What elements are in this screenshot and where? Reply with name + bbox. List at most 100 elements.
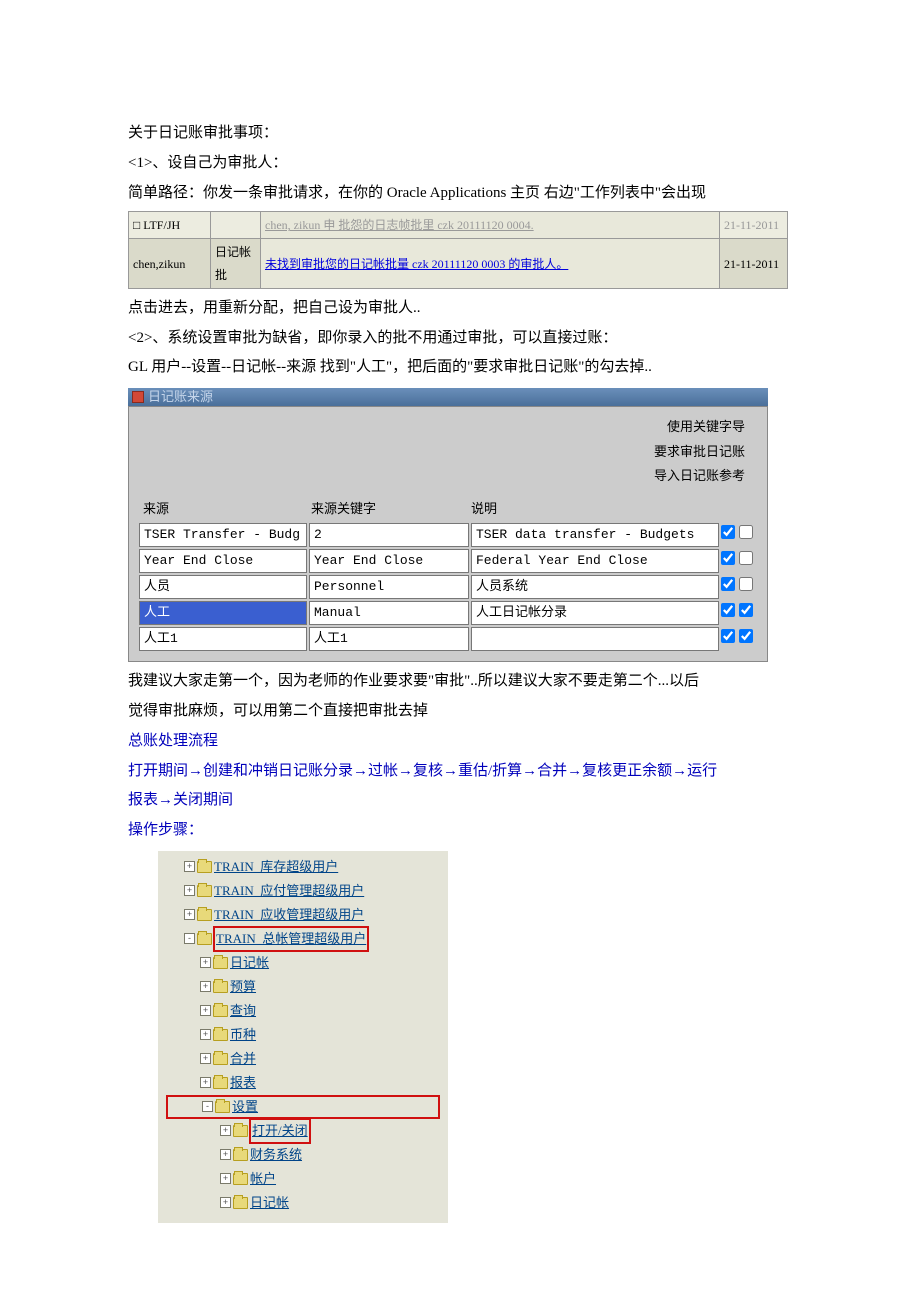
tree-label[interactable]: 查询 [230, 999, 256, 1023]
expand-icon[interactable]: + [220, 1149, 231, 1160]
expand-icon[interactable]: + [184, 861, 195, 872]
folder-icon [213, 1053, 228, 1065]
section-flow-title: 总账处理流程 [128, 728, 788, 756]
tree-label[interactable]: 帐户 [250, 1167, 276, 1191]
cell-desc[interactable] [471, 627, 719, 651]
tree-label[interactable]: 设置 [232, 1095, 258, 1119]
cb-keyword[interactable] [721, 551, 735, 565]
cb-approve[interactable] [739, 525, 753, 539]
cell-source[interactable]: 人工1 [139, 627, 307, 651]
expand-icon[interactable]: + [220, 1125, 231, 1136]
tree-label[interactable]: 财务系统 [250, 1143, 302, 1167]
cb-approve[interactable] [739, 603, 753, 617]
close-icon[interactable] [132, 391, 144, 403]
folder-icon [213, 1029, 228, 1041]
tree-item[interactable]: + 日记帐 [166, 1191, 440, 1215]
cell-key[interactable]: Year End Close [309, 549, 469, 573]
table-row[interactable]: 人员Personnel人员系统 [139, 575, 757, 599]
cell-source[interactable]: Year End Close [139, 549, 307, 573]
wl-user: □ LTF/JH [129, 212, 211, 239]
folder-icon [233, 1149, 248, 1161]
expand-icon[interactable]: + [200, 957, 211, 968]
tree-label[interactable]: TRAIN_库存超级用户 [214, 855, 338, 879]
steps-title: 操作步骤： [128, 817, 788, 845]
rlabel-1: 使用关键字导 [139, 415, 745, 440]
wl-date: 21-11-2011 [720, 212, 788, 239]
tree-item[interactable]: + 日记帐 [166, 951, 440, 975]
wl-msg-link[interactable]: 未找到审批您的日记帐批量 czk 20111120 0003 的审批人。 [261, 239, 720, 288]
tree-label[interactable]: 报表 [230, 1071, 256, 1095]
tree-item[interactable]: + TRAIN_库存超级用户 [166, 855, 440, 879]
table-row[interactable]: Year End CloseYear End CloseFederal Year… [139, 549, 757, 573]
cell-source[interactable]: TSER Transfer - Budg [139, 523, 307, 547]
tree-label[interactable]: 打开/关闭 [250, 1119, 310, 1143]
oracle-title: 日记账来源 [148, 385, 213, 409]
table-row[interactable]: 人工Manual人工日记帐分录 [139, 601, 757, 625]
tree-item[interactable]: + 报表 [166, 1071, 440, 1095]
collapse-icon[interactable]: - [184, 933, 195, 944]
rlabel-3: 导入日记账参考 [139, 464, 745, 489]
tree-item[interactable]: - 设置 [166, 1095, 440, 1119]
tree-item[interactable]: + 币种 [166, 1023, 440, 1047]
tree-item[interactable]: + 帐户 [166, 1167, 440, 1191]
tree-item[interactable]: + 合并 [166, 1047, 440, 1071]
heading: 关于日记账审批事项： [128, 120, 788, 148]
cell-key[interactable]: Manual [309, 601, 469, 625]
expand-icon[interactable]: + [200, 1053, 211, 1064]
cb-keyword[interactable] [721, 577, 735, 591]
cell-desc[interactable]: 人工日记帐分录 [471, 601, 719, 625]
tree-label[interactable]: 币种 [230, 1023, 256, 1047]
tree-label[interactable]: 预算 [230, 975, 256, 999]
tree-item[interactable]: + 打开/关闭 [166, 1119, 440, 1143]
cb-approve[interactable] [739, 577, 753, 591]
collapse-icon[interactable]: - [202, 1101, 213, 1112]
expand-icon[interactable]: + [184, 885, 195, 896]
tree-label[interactable]: TRAIN_应收管理超级用户 [214, 903, 364, 927]
cell-source[interactable]: 人工 [139, 601, 307, 625]
table-row[interactable]: TSER Transfer - Budg2TSER data transfer … [139, 523, 757, 547]
tree-item[interactable]: + 财务系统 [166, 1143, 440, 1167]
folder-icon [213, 981, 228, 993]
expand-icon[interactable]: + [220, 1173, 231, 1184]
tree-item[interactable]: + 查询 [166, 999, 440, 1023]
cb-approve[interactable] [739, 551, 753, 565]
folder-icon [197, 909, 212, 921]
cell-desc[interactable]: Federal Year End Close [471, 549, 719, 573]
table-row[interactable]: 人工1人工1 [139, 627, 757, 651]
cell-key[interactable]: 2 [309, 523, 469, 547]
wl-msg[interactable]: chen, zikun 申 批怨的日志帧批里 czk 20111120 0004… [261, 212, 720, 239]
folder-icon [213, 1077, 228, 1089]
tree-label[interactable]: 日记帐 [230, 951, 269, 975]
tree-label[interactable]: TRAIN_应付管理超级用户 [214, 879, 364, 903]
section-flow-2: 报表→关闭期间 [128, 787, 788, 815]
oracle-titlebar[interactable]: 日记账来源 [128, 388, 768, 406]
cb-keyword[interactable] [721, 603, 735, 617]
cell-desc[interactable]: 人员系统 [471, 575, 719, 599]
expand-icon[interactable]: + [200, 1077, 211, 1088]
expand-icon[interactable]: + [200, 1029, 211, 1040]
cb-keyword[interactable] [721, 629, 735, 643]
cell-desc[interactable]: TSER data transfer - Budgets [471, 523, 719, 547]
cell-source[interactable]: 人员 [139, 575, 307, 599]
expand-icon[interactable]: + [200, 1005, 211, 1016]
cb-keyword[interactable] [721, 525, 735, 539]
wl-type [211, 212, 261, 239]
expand-icon[interactable]: + [184, 909, 195, 920]
expand-icon[interactable]: + [220, 1197, 231, 1208]
cell-key[interactable]: 人工1 [309, 627, 469, 651]
cell-key[interactable]: Personnel [309, 575, 469, 599]
tree-label[interactable]: 合并 [230, 1047, 256, 1071]
expand-icon[interactable]: + [200, 981, 211, 992]
tree-item[interactable]: + TRAIN_应付管理超级用户 [166, 879, 440, 903]
tree-item[interactable]: + TRAIN_应收管理超级用户 [166, 903, 440, 927]
worklist-table: □ LTF/JH chen, zikun 申 批怨的日志帧批里 czk 2011… [128, 211, 788, 289]
tree-label[interactable]: TRAIN_总帐管理超级用户 [214, 927, 368, 951]
tree-item[interactable]: - TRAIN_总帐管理超级用户 [166, 927, 440, 951]
tree-label[interactable]: 日记帐 [250, 1191, 289, 1215]
advice-1: 我建议大家走第一个，因为老师的作业要求要"审批"..所以建议大家不要走第二个..… [128, 668, 788, 696]
wl-type: 日记帐批 [211, 239, 261, 288]
folder-icon [213, 1005, 228, 1017]
tree-item[interactable]: + 预算 [166, 975, 440, 999]
cb-approve[interactable] [739, 629, 753, 643]
wl-date: 21-11-2011 [720, 239, 788, 288]
